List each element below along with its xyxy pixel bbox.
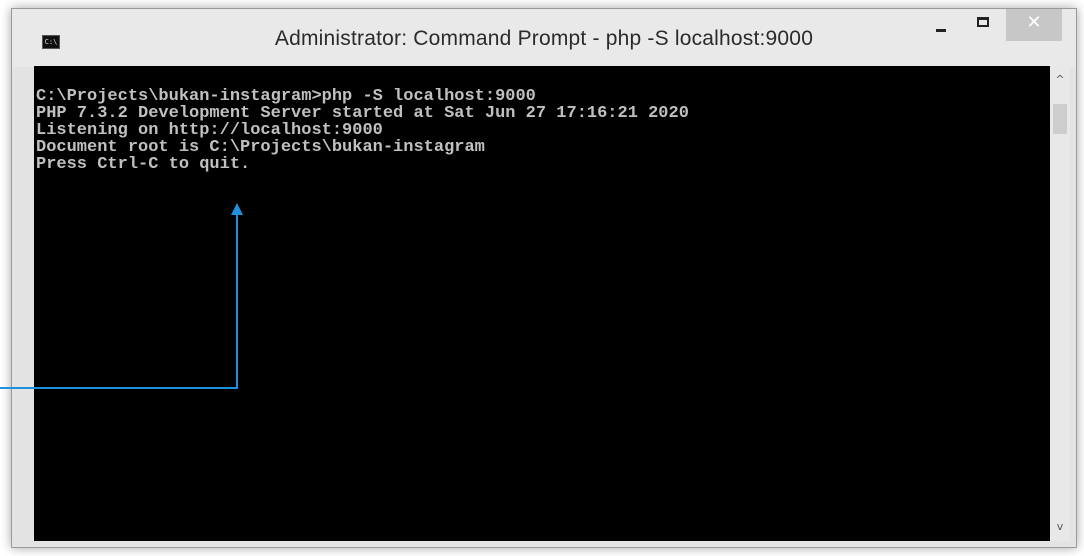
console-output[interactable]: C:\Projects\bukan-instagram>php -S local…: [34, 66, 1050, 541]
console-line: PHP 7.3.2 Development Server started at …: [36, 104, 689, 123]
console-lines: C:\Projects\bukan-instagram>php -S local…: [36, 88, 689, 173]
maximize-icon: [977, 17, 989, 27]
close-icon: ✕: [1026, 12, 1042, 33]
title-bar[interactable]: C:\ Administrator: Command Prompt - php …: [12, 9, 1076, 67]
scroll-thumb[interactable]: [1053, 104, 1067, 134]
close-button[interactable]: ✕: [1006, 9, 1062, 41]
scroll-down-arrow-icon[interactable]: v: [1050, 517, 1070, 537]
console-line: Press Ctrl-C to quit.: [36, 155, 251, 174]
window-title: Administrator: Command Prompt - php -S l…: [274, 27, 814, 50]
maximize-button[interactable]: [962, 9, 1006, 41]
console-line: Listening on http://localhost:9000: [36, 121, 383, 140]
console-line: C:\Projects\bukan-instagram>php -S local…: [36, 87, 536, 106]
minimize-icon: [936, 29, 946, 32]
console-line: Document root is C:\Projects\bukan-insta…: [36, 138, 485, 157]
minimize-button[interactable]: [918, 9, 962, 41]
vertical-scrollbar[interactable]: ^ v: [1050, 66, 1070, 541]
scroll-up-arrow-icon[interactable]: ^: [1050, 70, 1070, 90]
command-prompt-window: C:\ Administrator: Command Prompt - php …: [11, 8, 1077, 548]
